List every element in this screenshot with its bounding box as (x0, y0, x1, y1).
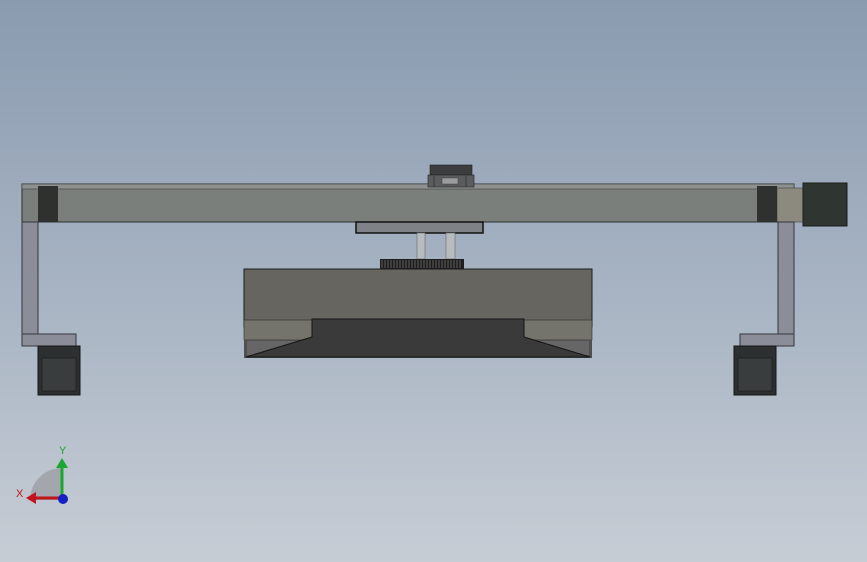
x-axis-label: X (16, 488, 24, 500)
left-leg[interactable] (21, 221, 81, 396)
carriage-plate[interactable] (355, 221, 484, 234)
vertical-shafts[interactable] (416, 232, 456, 260)
z-axis-icon (58, 494, 68, 504)
orientation-triad: Y X (16, 445, 68, 504)
y-axis-label: Y (59, 445, 67, 457)
right-leg[interactable] (733, 221, 795, 396)
end-motor[interactable] (802, 182, 848, 227)
top-beam[interactable] (21, 183, 804, 223)
gear[interactable] (380, 259, 464, 269)
cad-viewport[interactable]: Y X (0, 0, 867, 562)
top-motor[interactable] (427, 164, 475, 188)
